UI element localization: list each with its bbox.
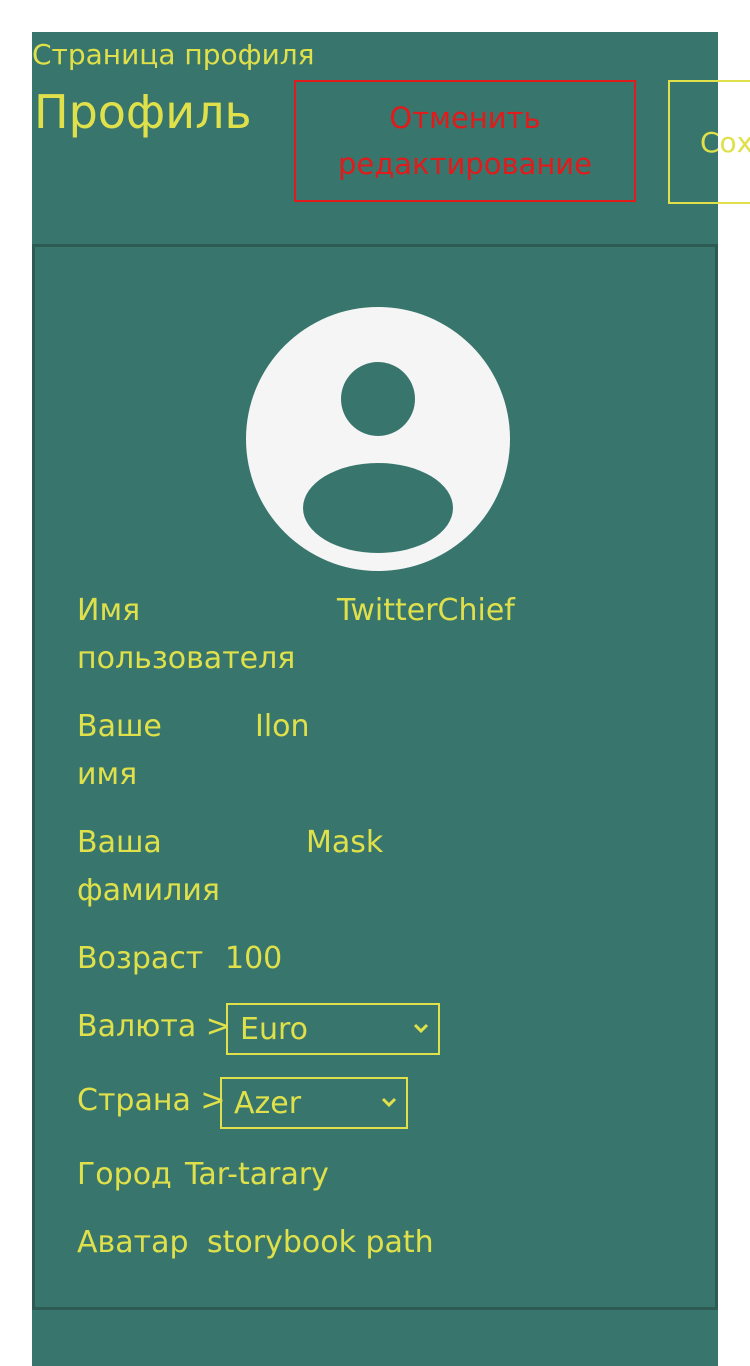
cancel-edit-button[interactable]: Отменить редактирование [294,80,636,202]
city-label: Город [77,1157,172,1192]
lastname-label: Ваша фамилия [77,825,220,908]
chevron-down-icon [413,1023,429,1034]
breadcrumb[interactable]: Страница профиля [32,38,315,72]
country-select[interactable]: Azer [220,1077,408,1129]
page-title: Профиль [34,85,252,139]
firstname-label: Ваше имя [77,709,162,792]
profile-card: Имя пользователя TwitterChief Ваше имя I… [32,244,718,1310]
user-avatar-icon[interactable] [246,307,510,571]
age-label: Возраст [77,941,204,976]
city-value: Tar-tarary [185,1157,329,1192]
avatar-value: storybook path [207,1225,434,1260]
avatar-label: Аватар [77,1225,189,1260]
firstname-value: Ilon [255,709,310,744]
age-value: 100 [225,941,283,976]
country-label: Страна > [77,1083,226,1118]
username-value: TwitterChief [337,593,515,628]
chevron-down-icon [381,1097,397,1108]
profile-page: Страница профиля Профиль Отменить редакт… [32,32,750,1366]
country-selected-value: Azer [234,1086,302,1121]
save-button[interactable]: Сохранить [668,80,750,204]
currency-label: Валюта > [77,1009,231,1044]
lastname-value: Mask [306,825,384,860]
username-label: Имя пользователя [77,593,296,676]
currency-selected-value: Euro [240,1012,308,1047]
currency-select[interactable]: Euro [226,1003,440,1055]
